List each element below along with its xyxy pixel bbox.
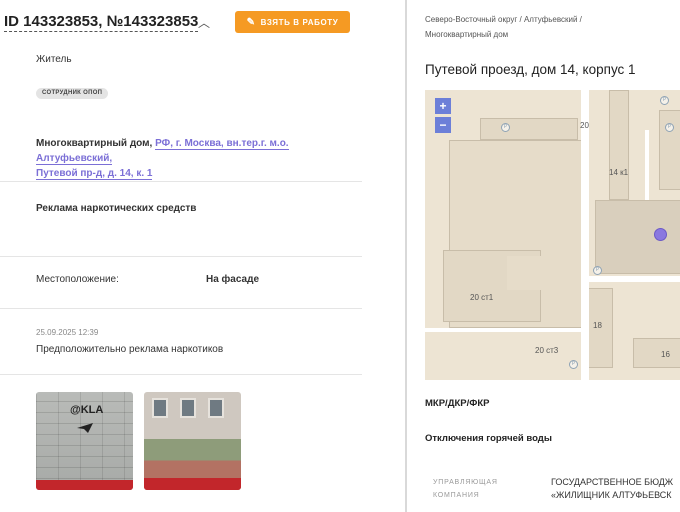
photo-thumbnail-1[interactable]: @KLA (36, 392, 133, 490)
management-company-value-line2: «ЖИЛИЩНИК АЛТУФЬЕВСК (551, 490, 672, 500)
divider (0, 308, 362, 309)
appeal-header: ID 143323853, №143323853 ︿ ✎ ВЗЯТЬ В РАБ… (0, 10, 376, 36)
map-label-20st3: 20 ст3 (535, 346, 559, 355)
zoom-out-button[interactable]: − (435, 117, 451, 133)
take-to-work-label: ВЗЯТЬ В РАБОТУ (260, 17, 339, 27)
parking-icon: P (501, 123, 510, 132)
map-building (595, 200, 680, 274)
object-type: Многоквартирный дом, (36, 138, 153, 149)
map-road (581, 90, 589, 380)
divider (0, 256, 362, 257)
section-repair[interactable]: МКР/ДКР/ФКР (425, 398, 489, 409)
map-building (480, 118, 578, 140)
red-curb (36, 480, 133, 490)
chevron-up-icon[interactable]: ︿ (198, 14, 210, 31)
map-label-20st1: 20 ст1 (470, 293, 494, 302)
map-road (645, 130, 649, 200)
management-company-value-line1: ГОСУДАРСТВЕННОЕ БЮДЖ (551, 477, 674, 487)
appeal-details-panel: ID 143323853, №143323853 ︿ ✎ ВЗЯТЬ В РАБ… (0, 0, 376, 512)
management-company-label-line1: УПРАВЛЯЮЩАЯ (433, 479, 498, 486)
breadcrumb-line1[interactable]: Северо-Восточный округ / Алтуфьевский / (425, 15, 582, 24)
map-label-20: 20 (580, 121, 589, 130)
comment-date: 25.09.2025 12:39 (36, 328, 99, 337)
red-curb (144, 478, 241, 490)
telegram-icon (77, 423, 93, 433)
section-hot-water-outages[interactable]: Отключения горячей воды (425, 433, 552, 444)
map-building (609, 90, 629, 200)
breadcrumb: Северо-Восточный округ / Алтуфьевский / … (425, 12, 665, 42)
applicant-role: Житель (36, 54, 72, 65)
breadcrumb-line2[interactable]: Многоквартирный дом (425, 30, 508, 39)
object-address: Многоквартирный дом, РФ, г. Москва, вн.т… (36, 136, 366, 181)
comment-text: Предположительно реклама наркотиков (36, 344, 224, 355)
map-building (633, 338, 680, 368)
appeal-id-title[interactable]: ID 143323853, №143323853 (4, 13, 199, 32)
management-company-value: ГОСУДАРСТВЕННОЕ БЮДЖ «ЖИЛИЩНИК АЛТУФЬЕВС… (551, 476, 680, 502)
address-link-line2[interactable]: Путевой пр-д, д. 14, к. 1 (36, 168, 153, 180)
window (180, 398, 196, 418)
parking-icon: P (665, 123, 674, 132)
map-road (589, 276, 680, 282)
map-label-18: 18 (593, 321, 602, 330)
window (152, 398, 168, 418)
location-label: Местоположение: (36, 274, 119, 285)
building-map[interactable]: 20 14 к1 20 ст1 20 ст3 18 16 P P P P P +… (425, 90, 680, 380)
take-to-work-button[interactable]: ✎ ВЗЯТЬ В РАБОТУ (235, 11, 350, 33)
pencil-icon: ✎ (246, 16, 256, 28)
window (208, 398, 224, 418)
building-title: Путевой проезд, дом 14, корпус 1 (425, 62, 636, 77)
parking-icon: P (593, 266, 602, 275)
map-label-16: 16 (661, 350, 670, 359)
map-label-14k1: 14 к1 (609, 168, 629, 177)
map-road (425, 328, 581, 332)
applicant-badge: СОТРУДНИК ОПОП (36, 88, 109, 99)
management-company-label-line2: КОМПАНИЯ (433, 492, 480, 499)
graffiti-text: @KLA (70, 404, 104, 416)
building-info-panel: Северо-Восточный округ / Алтуфьевский / … (407, 0, 680, 512)
map-building (659, 110, 680, 190)
building-location-marker[interactable] (654, 228, 667, 241)
parking-icon: P (660, 96, 669, 105)
parking-icon: P (569, 360, 578, 369)
divider (0, 374, 362, 375)
appeal-category: Реклама наркотических средств (36, 203, 197, 214)
location-value: На фасаде (206, 274, 260, 285)
management-company-label: УПРАВЛЯЮЩАЯ КОМПАНИЯ (433, 476, 513, 502)
divider (0, 181, 362, 182)
zoom-in-button[interactable]: + (435, 98, 451, 114)
photo-thumbnail-2[interactable] (144, 392, 241, 490)
map-building (507, 256, 541, 290)
